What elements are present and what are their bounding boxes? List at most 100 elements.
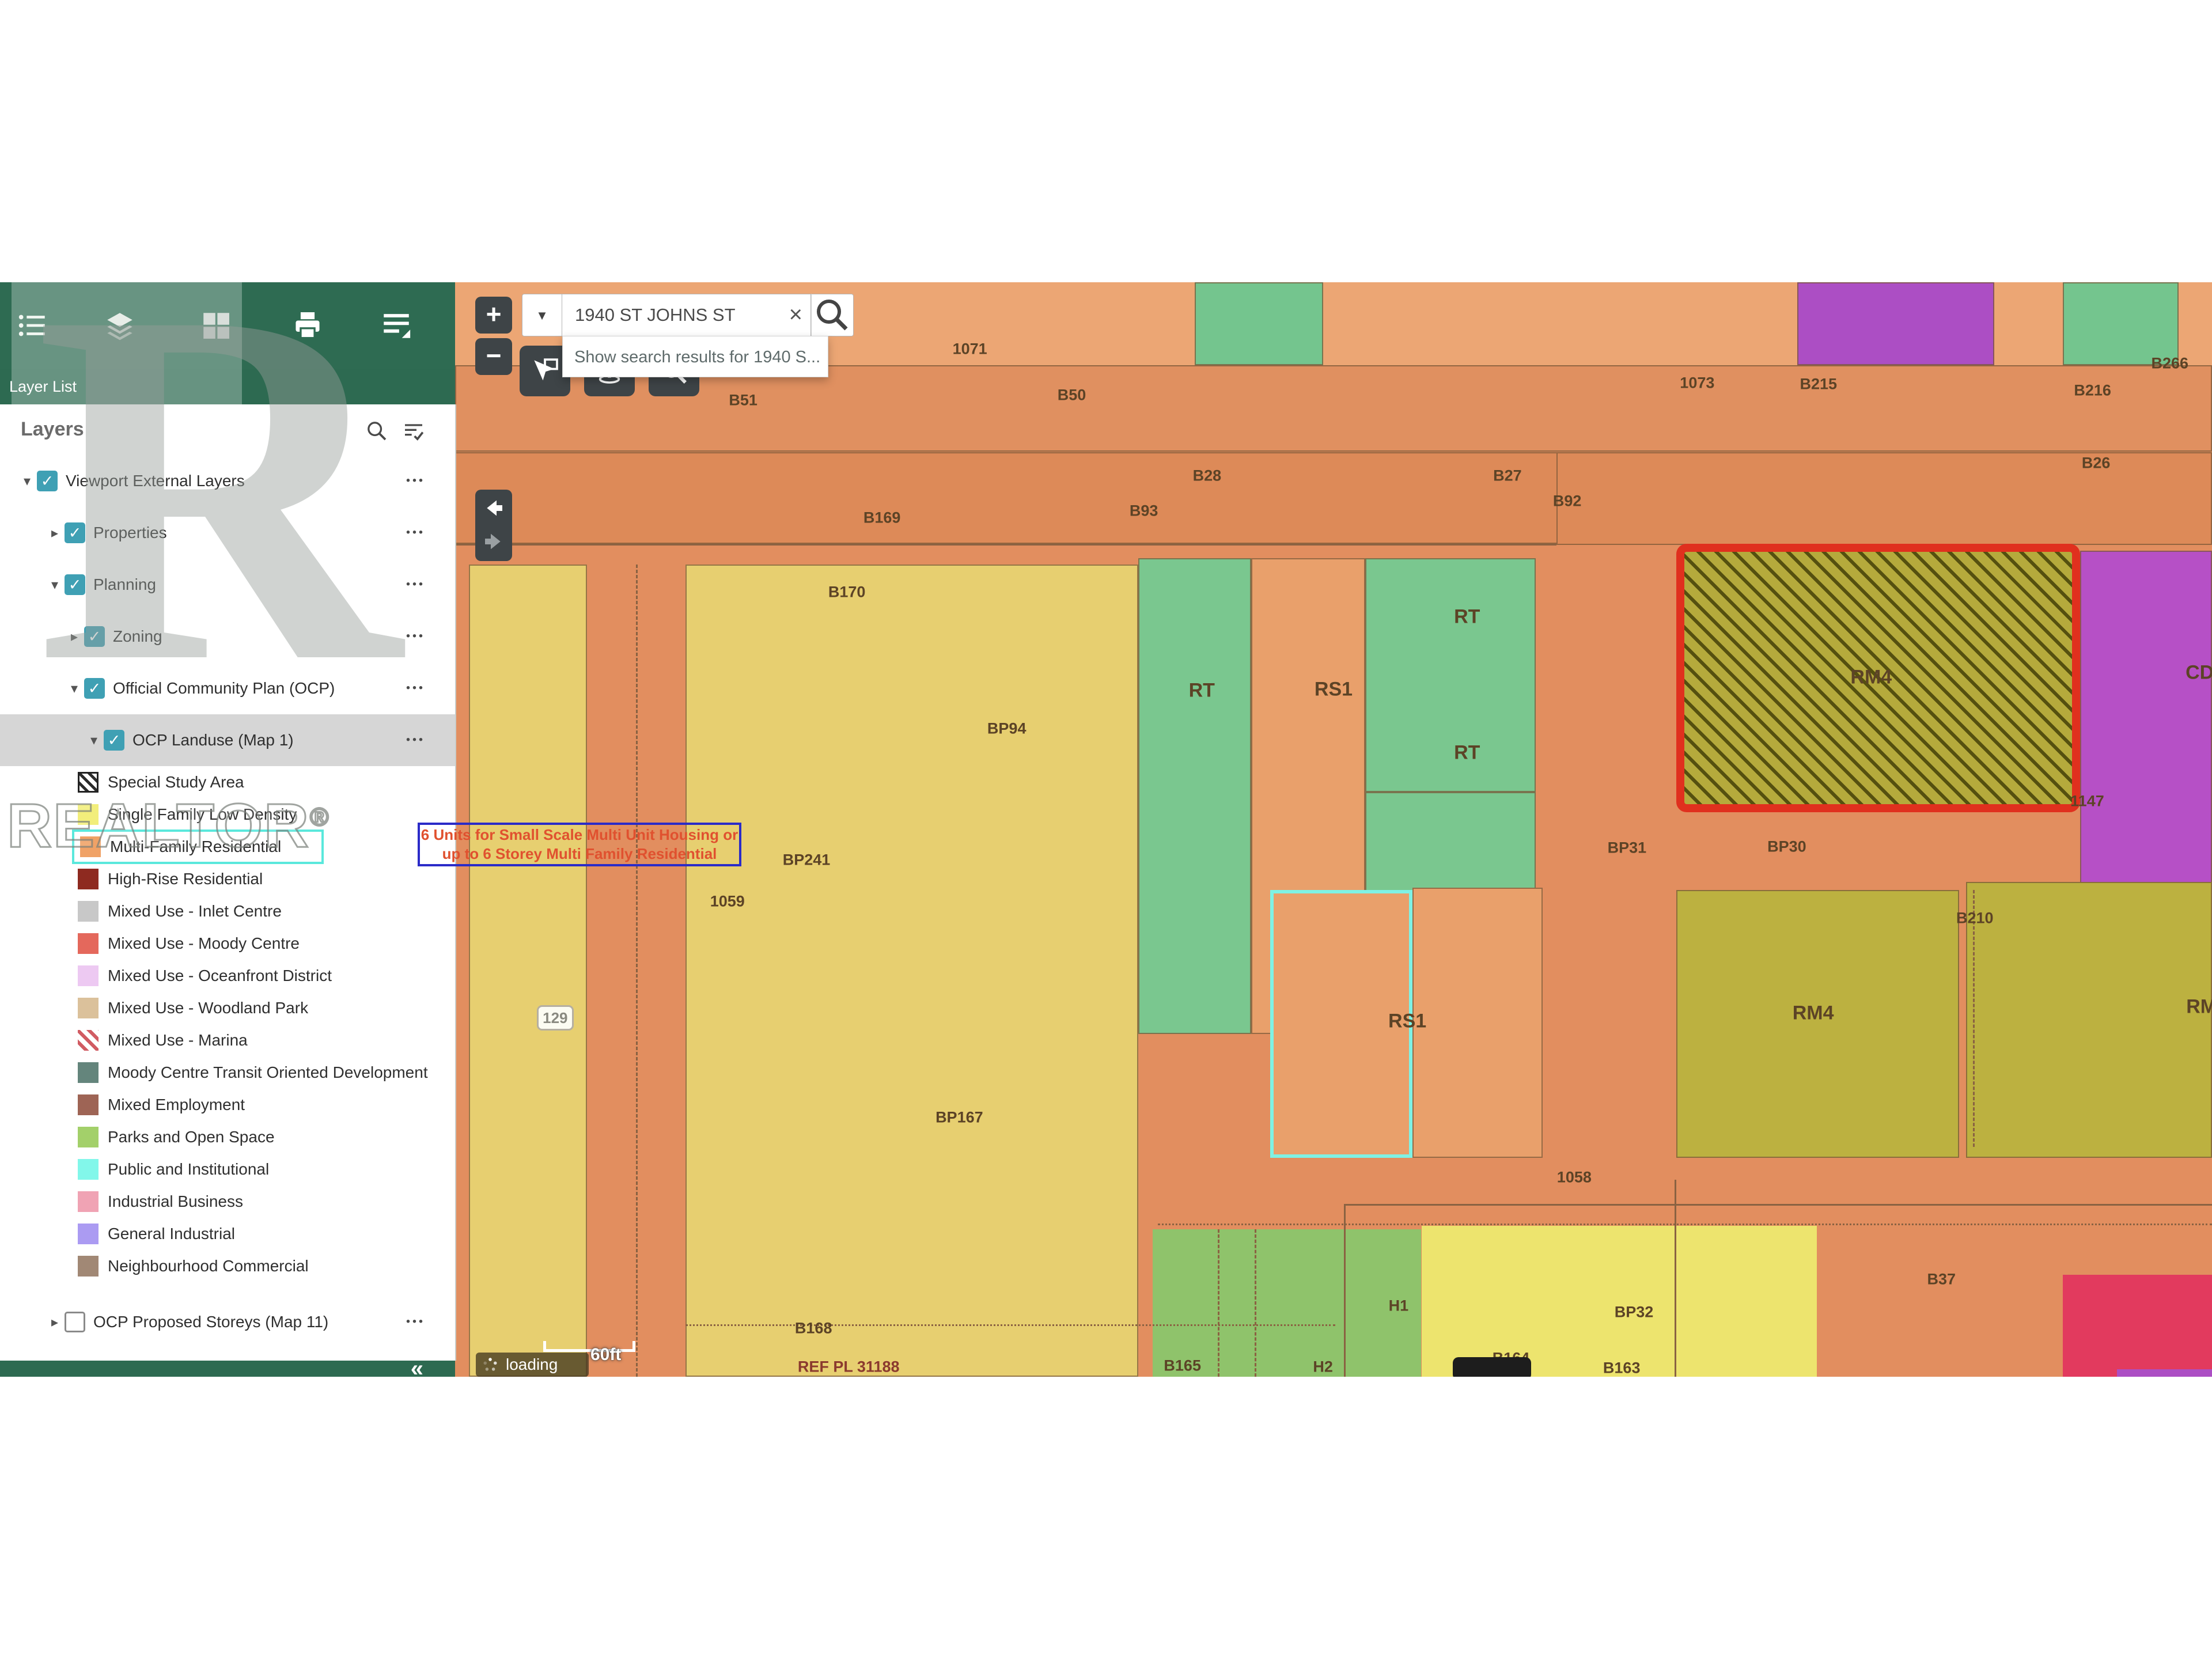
survey-line [1344, 1204, 2212, 1206]
app-window: + − ▼ 1940 ST JOHNS ST × Show search res… [0, 282, 2212, 1377]
map-label-b210: B210 [1956, 909, 1994, 927]
expand-open-icon[interactable]: ▸ [65, 628, 84, 645]
legend-item-mixed-use-oceanfront-district: Mixed Use - Oceanfront District [0, 960, 455, 992]
row-menu-dots[interactable]: ••• [406, 682, 425, 695]
legend-icon[interactable] [378, 305, 415, 346]
search-button[interactable] [811, 294, 854, 336]
row-content: Neighbourhood Commercial [78, 1256, 309, 1277]
search-input[interactable]: 1940 ST JOHNS ST × [562, 294, 811, 336]
grid-icon[interactable] [198, 305, 234, 346]
legend-item-single-family-low-density: Single Family Low Density [0, 798, 455, 831]
rm4-east[interactable] [1966, 882, 2212, 1158]
parcel-b26[interactable] [1556, 452, 2212, 546]
survey-line [685, 1324, 1336, 1326]
sidebar-item-properties[interactable]: ▸✓Properties••• [0, 507, 455, 559]
list-icon[interactable] [14, 305, 51, 346]
red-south[interactable] [2063, 1275, 2212, 1377]
search-source-dropdown[interactable]: ▼ [522, 294, 562, 336]
map-label-rm4: RM4 [1793, 1002, 1834, 1025]
row-content: ✓Viewport External Layers [37, 471, 245, 491]
sidebar-item-viewport-external-layers[interactable]: ▾✓Viewport External Layers ••• [0, 455, 455, 507]
expand-collapse-icon[interactable]: ▾ [17, 473, 37, 490]
survey-line [636, 565, 638, 1377]
search-suggestion[interactable]: Show search results for 1940 S... [562, 336, 828, 377]
row-menu-dots[interactable]: ••• [406, 734, 425, 747]
legend-swatch [78, 772, 99, 793]
layer-checkbox[interactable]: ✓ [37, 471, 58, 491]
search-bar: ▼ 1940 ST JOHNS ST × [522, 294, 854, 336]
sidebar-toolbar [0, 282, 455, 369]
row-content: High-Rise Residential [78, 869, 263, 889]
legend-item-mixed-use-marina: Mixed Use - Marina [0, 1024, 455, 1056]
layer-checkbox[interactable]: ✓ [84, 678, 105, 699]
rt-northeast[interactable] [1365, 558, 1536, 793]
sidebar-item-zoning[interactable]: ▸✓Zoning••• [0, 611, 455, 662]
collapse-panel-icon[interactable]: « [411, 1356, 423, 1377]
layer-checkbox[interactable]: ✓ [65, 574, 85, 595]
row-content: Industrial Business [78, 1191, 243, 1212]
zoom-out-button[interactable]: − [475, 338, 512, 375]
parcel-cd[interactable] [2080, 551, 2212, 885]
layer-checkbox[interactable]: ✓ [104, 730, 124, 751]
parcel-neighbor[interactable] [1412, 888, 1543, 1158]
map-label-bp167: BP167 [935, 1108, 983, 1126]
yellow-west-strip[interactable] [469, 565, 586, 1377]
clear-search-icon[interactable]: × [789, 294, 802, 335]
layers-filter-icon[interactable] [402, 419, 425, 442]
strip-green-east[interactable] [2063, 282, 2179, 365]
select-cursor-icon [529, 355, 561, 387]
item-label: Planning [93, 575, 156, 594]
item-label: Mixed Use - Marina [108, 1031, 248, 1050]
legend-swatch [78, 998, 99, 1018]
legend-swatch [78, 1224, 99, 1244]
map-label-bp30: BP30 [1767, 838, 1806, 856]
yellow-main[interactable] [685, 565, 1139, 1377]
row-menu-dots[interactable]: ••• [406, 527, 425, 540]
parks-south[interactable] [1153, 1229, 1422, 1377]
yellow-south[interactable] [1422, 1226, 1817, 1377]
item-label: Mixed Use - Moody Centre [108, 934, 300, 953]
panel-title: Layers [21, 418, 84, 441]
sidebar-item-ocp-proposed-storeys-map-11[interactable]: ▸OCP Proposed Storeys (Map 11)••• [0, 1296, 455, 1348]
row-content: Public and Institutional [78, 1159, 269, 1180]
purple-sliver[interactable] [2117, 1369, 2212, 1377]
row-menu-dots[interactable]: ••• [406, 1316, 425, 1329]
loading-indicator: loading [476, 1353, 589, 1377]
layer-checkbox[interactable] [65, 1312, 85, 1332]
print-icon[interactable] [289, 305, 326, 346]
layer-list-header: Layer List [0, 369, 455, 404]
row-st-johns[interactable] [455, 365, 2212, 452]
layers-panel: Layers ▾✓Viewport External Layers•••▸✓Pr… [0, 404, 456, 1361]
expand-collapse-icon[interactable]: ▾ [65, 680, 84, 697]
legend-item-public-and-institutional: Public and Institutional [0, 1153, 455, 1185]
map-label-b51: B51 [729, 392, 757, 410]
zoom-in-button[interactable]: + [475, 297, 512, 334]
map-annotation-callout: 6 Units for Small Scale Multi Unit Housi… [418, 823, 741, 866]
layers-icon[interactable] [101, 305, 138, 346]
row-menu-dots[interactable]: ••• [406, 475, 425, 488]
expand-open-icon[interactable]: ▸ [45, 1314, 65, 1331]
rt-west[interactable] [1138, 558, 1251, 1035]
forward-arrow-icon[interactable] [482, 530, 505, 553]
legend-swatch [78, 1256, 99, 1277]
row-menu-dots[interactable]: ••• [406, 630, 425, 643]
expand-collapse-icon[interactable]: ▾ [84, 732, 104, 749]
sidebar-item-official-community-plan-ocp[interactable]: ▾✓Official Community Plan (OCP)••• [0, 662, 455, 714]
map-label-h2: H2 [1313, 1358, 1333, 1376]
row-content: Mixed Use - Moody Centre [78, 933, 300, 954]
map-label-1073: 1073 [1680, 374, 1714, 392]
row-menu-dots[interactable]: ••• [406, 578, 425, 592]
strip-purple[interactable] [1797, 282, 1994, 365]
map-label-b26: B26 [2082, 454, 2111, 472]
layers-search-icon[interactable] [365, 419, 388, 442]
map-label-rt: RT [1454, 606, 1480, 628]
sidebar-item-planning[interactable]: ▾✓ Planning ••• [0, 559, 455, 611]
layer-checkbox[interactable]: ✓ [65, 522, 85, 543]
spinner-icon [482, 1357, 499, 1374]
expand-collapse-icon[interactable]: ▾ [45, 577, 65, 593]
expand-open-icon[interactable]: ▸ [45, 525, 65, 541]
sidebar-item-ocp-landuse-map-1[interactable]: ▾✓OCP Landuse (Map 1)••• [0, 714, 455, 766]
back-arrow-icon[interactable] [482, 497, 505, 520]
layer-checkbox[interactable]: ✓ [84, 626, 105, 647]
strip-green-west[interactable] [1195, 282, 1323, 365]
